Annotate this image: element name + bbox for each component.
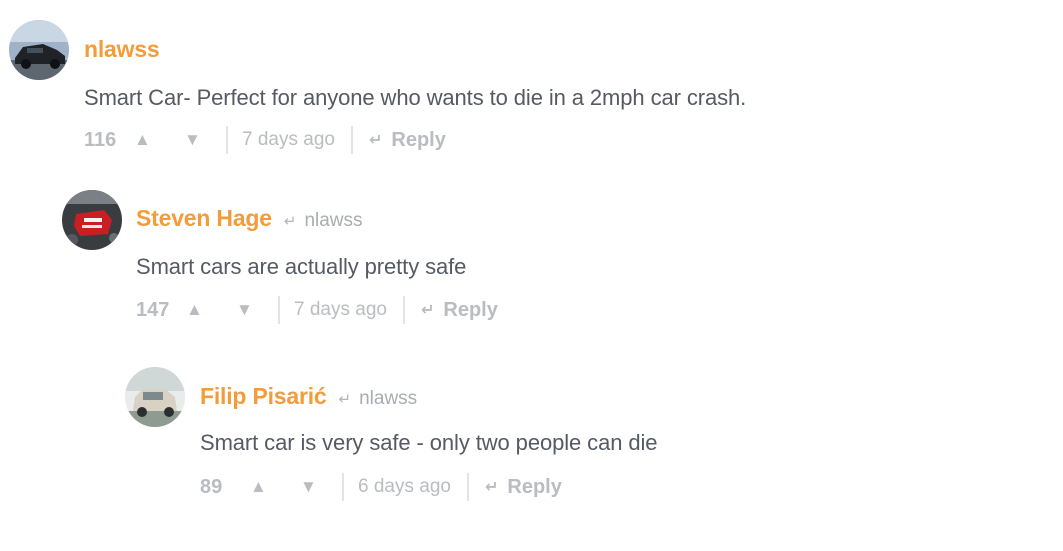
vote-score: 89 <box>200 475 223 498</box>
comment-text: Smart car is very safe - only two people… <box>200 430 658 455</box>
timestamp[interactable]: 6 days ago <box>358 476 451 498</box>
author-name[interactable]: Filip Pisarić <box>200 383 327 410</box>
reply-to-name: nlawss <box>359 388 418 409</box>
comment-header: Filip Pisarić ↵ nlawss <box>200 383 417 410</box>
reply-arrow-icon: ↵ <box>338 391 352 408</box>
reply-button[interactable]: ↵ Reply <box>485 476 562 499</box>
avatar[interactable] <box>125 367 185 427</box>
comment-actions: 89 ▲ ▼ 6 days ago ↵ Reply <box>200 472 562 502</box>
hatchback-photo-icon <box>125 367 185 427</box>
comment: Filip Pisarić ↵ nlawss Smart car is very… <box>0 0 1063 520</box>
reply-to[interactable]: ↵ nlawss <box>339 388 418 410</box>
divider <box>466 473 469 501</box>
reply-arrow-icon: ↵ <box>484 479 499 496</box>
divider <box>342 473 344 501</box>
reply-label: Reply <box>507 475 562 498</box>
upvote-icon[interactable]: ▲ <box>250 477 290 497</box>
downvote-icon[interactable]: ▼ <box>300 477 340 497</box>
